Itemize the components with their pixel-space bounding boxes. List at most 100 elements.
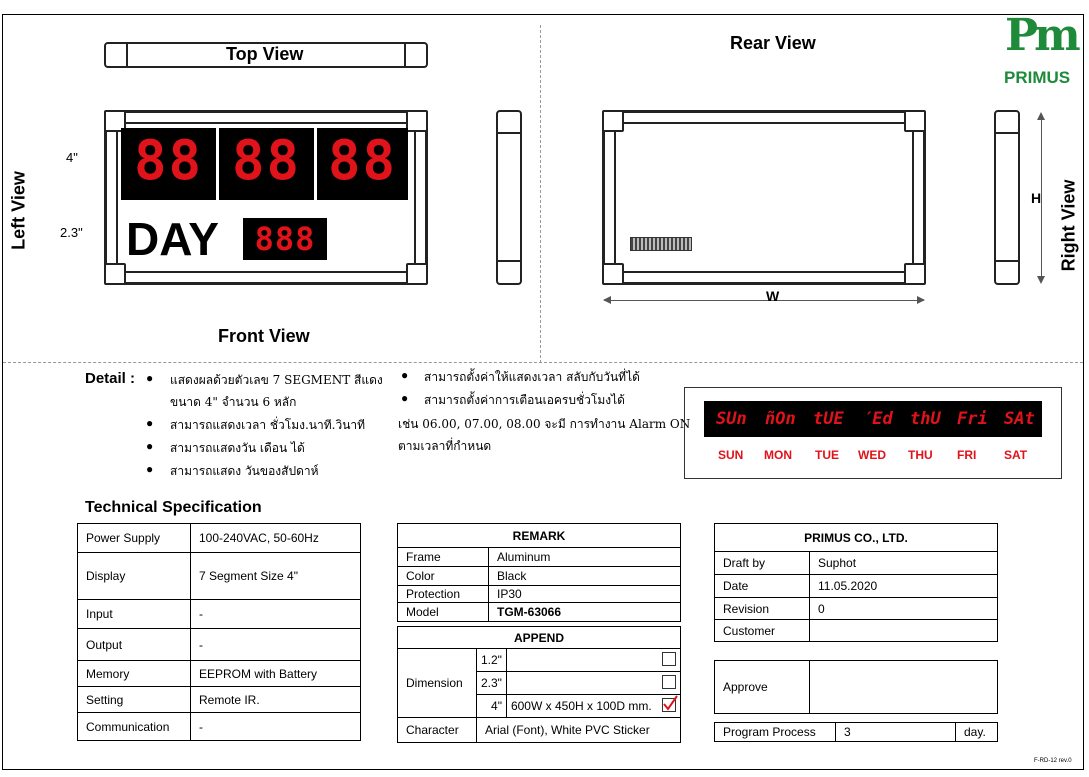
footer-code: F-RD-12 rev.0 [1034, 758, 1072, 764]
company-label: Draft by [714, 551, 810, 575]
company-title: PRIMUS CO., LTD. [714, 523, 998, 552]
table-row: Color Black [397, 566, 681, 586]
tech-spec-table: Power Supply 100-240VAC, 50-60Hz Display… [77, 523, 361, 741]
table-row: Draft by Suphot [714, 551, 998, 575]
height-dimension-line [1041, 114, 1042, 282]
detail-bullet-5: ● [401, 368, 409, 382]
detail-bullet-1: ● [146, 371, 154, 385]
logo-registered: ® [1069, 32, 1076, 42]
width-dimension-line [604, 300, 924, 301]
spec-value: 7 Segment Size 4" [190, 552, 361, 600]
spec-label: Output [77, 628, 191, 661]
approve-label: Approve [714, 660, 810, 714]
dimension-size: 4" [476, 694, 507, 718]
table-row: Communication - [77, 712, 361, 741]
weekday-seg-thu: thU [910, 409, 941, 429]
remark-title: REMARK [397, 523, 681, 548]
detail-bullet-4: ● [146, 462, 154, 476]
table-row: Output - [77, 628, 361, 661]
spec-label: Communication [77, 712, 191, 741]
front-view-label: Front View [218, 326, 310, 346]
table-row: Program Process 3 day. [714, 722, 998, 742]
spec-value: - [190, 628, 361, 661]
remark-value: Black [488, 566, 681, 586]
detail-label: Detail : [85, 370, 136, 387]
logo-name: PRIMUS [1004, 68, 1071, 87]
weekday-label-fri: FRI [957, 448, 977, 462]
day-label: DAY [126, 213, 219, 265]
detail-item-1: แสดงผลด้วยตัวเลข 7 SEGMENT สีแดง [170, 373, 383, 387]
side-view-right-inner [996, 132, 1018, 262]
detail-item-6: สามารถตั้งค่าการเตือนเอครบชั่วโมงได้ [424, 393, 625, 407]
dimension-option [505, 671, 682, 695]
program-label: Program Process [714, 722, 836, 742]
table-row: Power Supply 100-240VAC, 50-60Hz [77, 523, 361, 553]
table-row: REMARK [397, 523, 681, 548]
table-row: Approve [714, 660, 998, 714]
rear-corner-bl [602, 263, 624, 285]
program-table: Program Process 3 day. [714, 722, 998, 742]
company-value: 11.05.2020 [809, 574, 998, 598]
detail-item-4: สามารถแสดง วันของสัปดาห์ [170, 464, 319, 478]
detail-note-2: ตามเวลาที่กำหนด [398, 439, 492, 453]
table-row: Model TGM-63066 [397, 602, 681, 622]
big-digits-2: 88 [219, 128, 314, 200]
dimension-checkbox[interactable] [662, 652, 676, 666]
remark-value: IP30 [488, 585, 681, 603]
company-label: Customer [714, 619, 810, 642]
table-row: Memory EEPROM with Battery [77, 660, 361, 687]
dimension-size: 2.3" [476, 671, 507, 695]
table-row: Dimension 1.2" [397, 648, 682, 718]
remark-label: Color [397, 566, 489, 586]
dimension-size: 1.2" [476, 648, 507, 672]
width-arrow-left [603, 296, 611, 304]
spec-label: Setting [77, 686, 191, 713]
detail-item-5: สามารถตั้งค่าให้แสดงเวลา สลับกับวันที่ได… [424, 370, 640, 384]
weekday-seg-sat: SAt [1004, 409, 1035, 429]
detail-bullet-2: ● [146, 416, 154, 430]
table-row: PRIMUS CO., LTD. [714, 523, 998, 552]
size-big-label: 4" [66, 150, 78, 165]
dimension-checkbox-checked[interactable] [662, 695, 678, 712]
dimension-checkbox[interactable] [662, 675, 676, 689]
weekday-seg-tue: tUE [813, 409, 844, 429]
company-value: Suphot [809, 551, 998, 575]
rear-corner-tl [602, 110, 624, 132]
append-table: APPEND Dimension 1.2" 2.3" 4" 600W x 450… [397, 626, 682, 743]
rear-view-label: Rear View [730, 33, 816, 53]
table-row: Revision 0 [714, 597, 998, 620]
detail-item-3: สามารถแสดงวัน เดือน ได้ [170, 441, 305, 455]
weekday-seg-sun: SUn [716, 409, 747, 429]
top-view-label: Top View [226, 44, 304, 64]
tech-spec-title: Technical Specification [85, 499, 262, 516]
vertical-divider [540, 25, 541, 363]
side-view-left-inner [498, 132, 520, 262]
height-arrow-top [1037, 112, 1045, 120]
weekday-label-wed: WED [858, 448, 886, 462]
detail-item-1-cont: ขนาด 4" จำนวน 6 หลัก [170, 395, 297, 409]
weekday-label-mon: MON [764, 448, 792, 462]
table-row: Customer [714, 619, 998, 642]
spec-value: 100-240VAC, 50-60Hz [190, 523, 361, 553]
program-value: 3 [835, 722, 956, 742]
weekday-seg-mon: ñOn [765, 409, 796, 429]
spec-label: Power Supply [77, 523, 191, 553]
company-label: Revision [714, 597, 810, 620]
approve-table: Approve [714, 660, 998, 714]
remark-value: Aluminum [488, 547, 681, 567]
table-row: APPEND [397, 626, 681, 649]
company-value: 0 [809, 597, 998, 620]
weekday-label-sun: SUN [718, 448, 744, 462]
spec-value: - [190, 712, 361, 741]
spec-value: - [190, 599, 361, 629]
spec-label: Display [77, 552, 191, 600]
big-digits-1: 88 [121, 128, 216, 200]
weekday-seg-fri: Fri [957, 409, 988, 429]
table-row: Character Arial (Font), White PVC Sticke… [397, 717, 681, 743]
table-row: Input - [77, 599, 361, 629]
remark-label: Protection [397, 585, 489, 603]
spec-value: EEPROM with Battery [190, 660, 361, 687]
left-view-label: Left View [8, 171, 29, 250]
rear-connector [630, 237, 692, 251]
primus-logo: Pm ® PRIMUS [1003, 10, 1083, 90]
